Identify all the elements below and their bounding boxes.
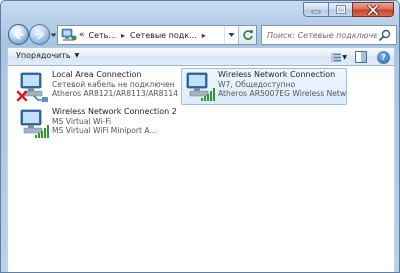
search-icon[interactable] bbox=[377, 27, 393, 43]
refresh-icon bbox=[242, 30, 253, 40]
change-view-button[interactable]: ▼ bbox=[331, 49, 347, 65]
navigation-bar: « Сеть... ▸ Сетевые подк... ▸ Поиск: Сет… bbox=[5, 23, 397, 47]
signal-strength-icon bbox=[35, 125, 49, 138]
connection-details: Wireless Network Connection W7, Общедост… bbox=[216, 69, 346, 104]
close-button[interactable] bbox=[352, 2, 394, 17]
connection-item-local-area[interactable]: Local Area Connection Сетевой кабель не … bbox=[16, 69, 188, 105]
forward-arrow-icon bbox=[34, 29, 44, 40]
connection-status: MS Virtual Wi-Fi bbox=[52, 116, 112, 126]
address-dropdown-button[interactable] bbox=[224, 26, 238, 44]
forward-button[interactable] bbox=[29, 24, 50, 45]
connection-details: Local Area Connection Сетевой кабель не … bbox=[50, 69, 188, 105]
connections-list: Local Area Connection Сетевой кабель не … bbox=[7, 66, 395, 272]
breadcrumb-separator[interactable]: ▸ bbox=[199, 31, 209, 40]
recent-pages-dropdown-icon[interactable] bbox=[50, 31, 57, 39]
refresh-button[interactable] bbox=[238, 26, 256, 44]
view-icon bbox=[331, 53, 341, 61]
connection-item-wireless[interactable]: Wireless Network Connection W7, Общедост… bbox=[181, 68, 347, 105]
preview-pane-icon bbox=[355, 51, 367, 63]
connection-status: Сетевой кабель не подключен bbox=[52, 79, 175, 89]
chevron-down-icon: ▼ bbox=[74, 52, 80, 59]
close-icon bbox=[367, 4, 379, 15]
organize-menu-button[interactable]: Упорядочить ▼ bbox=[16, 51, 79, 60]
help-button[interactable]: ? bbox=[377, 50, 390, 64]
back-button[interactable] bbox=[8, 24, 29, 45]
connection-device: Atheros AR5007EG Wireless Netw... bbox=[218, 89, 346, 99]
connection-name: Local Area Connection bbox=[52, 70, 142, 79]
network-folder-icon bbox=[61, 28, 77, 41]
breadcrumb-separator[interactable]: ▸ bbox=[118, 31, 128, 40]
chevron-down-icon bbox=[228, 33, 235, 37]
minimize-button[interactable] bbox=[303, 2, 328, 17]
wireless-network-adapter-icon bbox=[182, 69, 216, 103]
search-box[interactable]: Поиск: Сетевые подключения bbox=[261, 25, 397, 45]
wired-network-adapter-icon bbox=[16, 69, 50, 103]
breadcrumb-network[interactable]: Сеть... bbox=[87, 26, 119, 44]
caption-buttons bbox=[303, 2, 394, 17]
maximize-icon bbox=[335, 5, 346, 14]
disconnected-x-icon bbox=[16, 90, 28, 102]
connection-item-wireless-2[interactable]: Wireless Network Connection 2 MS Virtual… bbox=[16, 106, 184, 142]
breadcrumb-overflow[interactable]: « bbox=[77, 26, 87, 44]
connection-name: Wireless Network Connection 2 bbox=[52, 107, 177, 116]
organize-label: Упорядочить bbox=[16, 51, 71, 60]
back-arrow-icon bbox=[14, 29, 24, 40]
connection-details: Wireless Network Connection 2 MS Virtual… bbox=[50, 106, 177, 142]
connection-device: MS Virtual WiFi Miniport A... bbox=[52, 126, 157, 136]
minimize-icon bbox=[311, 10, 321, 13]
connection-status: W7, Общедоступно bbox=[218, 79, 296, 89]
command-bar: Упорядочить ▼ ▼ ? bbox=[7, 47, 395, 66]
address-bar[interactable]: « Сеть... ▸ Сетевые подк... ▸ bbox=[57, 25, 257, 45]
signal-strength-icon bbox=[201, 88, 215, 101]
chevron-down-icon: ▼ bbox=[342, 53, 347, 61]
breadcrumb-network-connections[interactable]: Сетевые подк... bbox=[128, 26, 199, 44]
explorer-window: « Сеть... ▸ Сетевые подк... ▸ Поиск: Сет… bbox=[0, 0, 400, 273]
maximize-button[interactable] bbox=[328, 2, 352, 17]
connection-name: Wireless Network Connection bbox=[218, 70, 336, 79]
preview-pane-button[interactable] bbox=[353, 49, 369, 65]
connection-device: Atheros AR8121/AR8113/AR8114 ... bbox=[52, 89, 188, 99]
wireless-network-adapter-icon bbox=[16, 106, 50, 140]
command-bar-right: ▼ ? bbox=[325, 49, 390, 65]
search-input[interactable]: Поиск: Сетевые подключения bbox=[262, 31, 377, 40]
